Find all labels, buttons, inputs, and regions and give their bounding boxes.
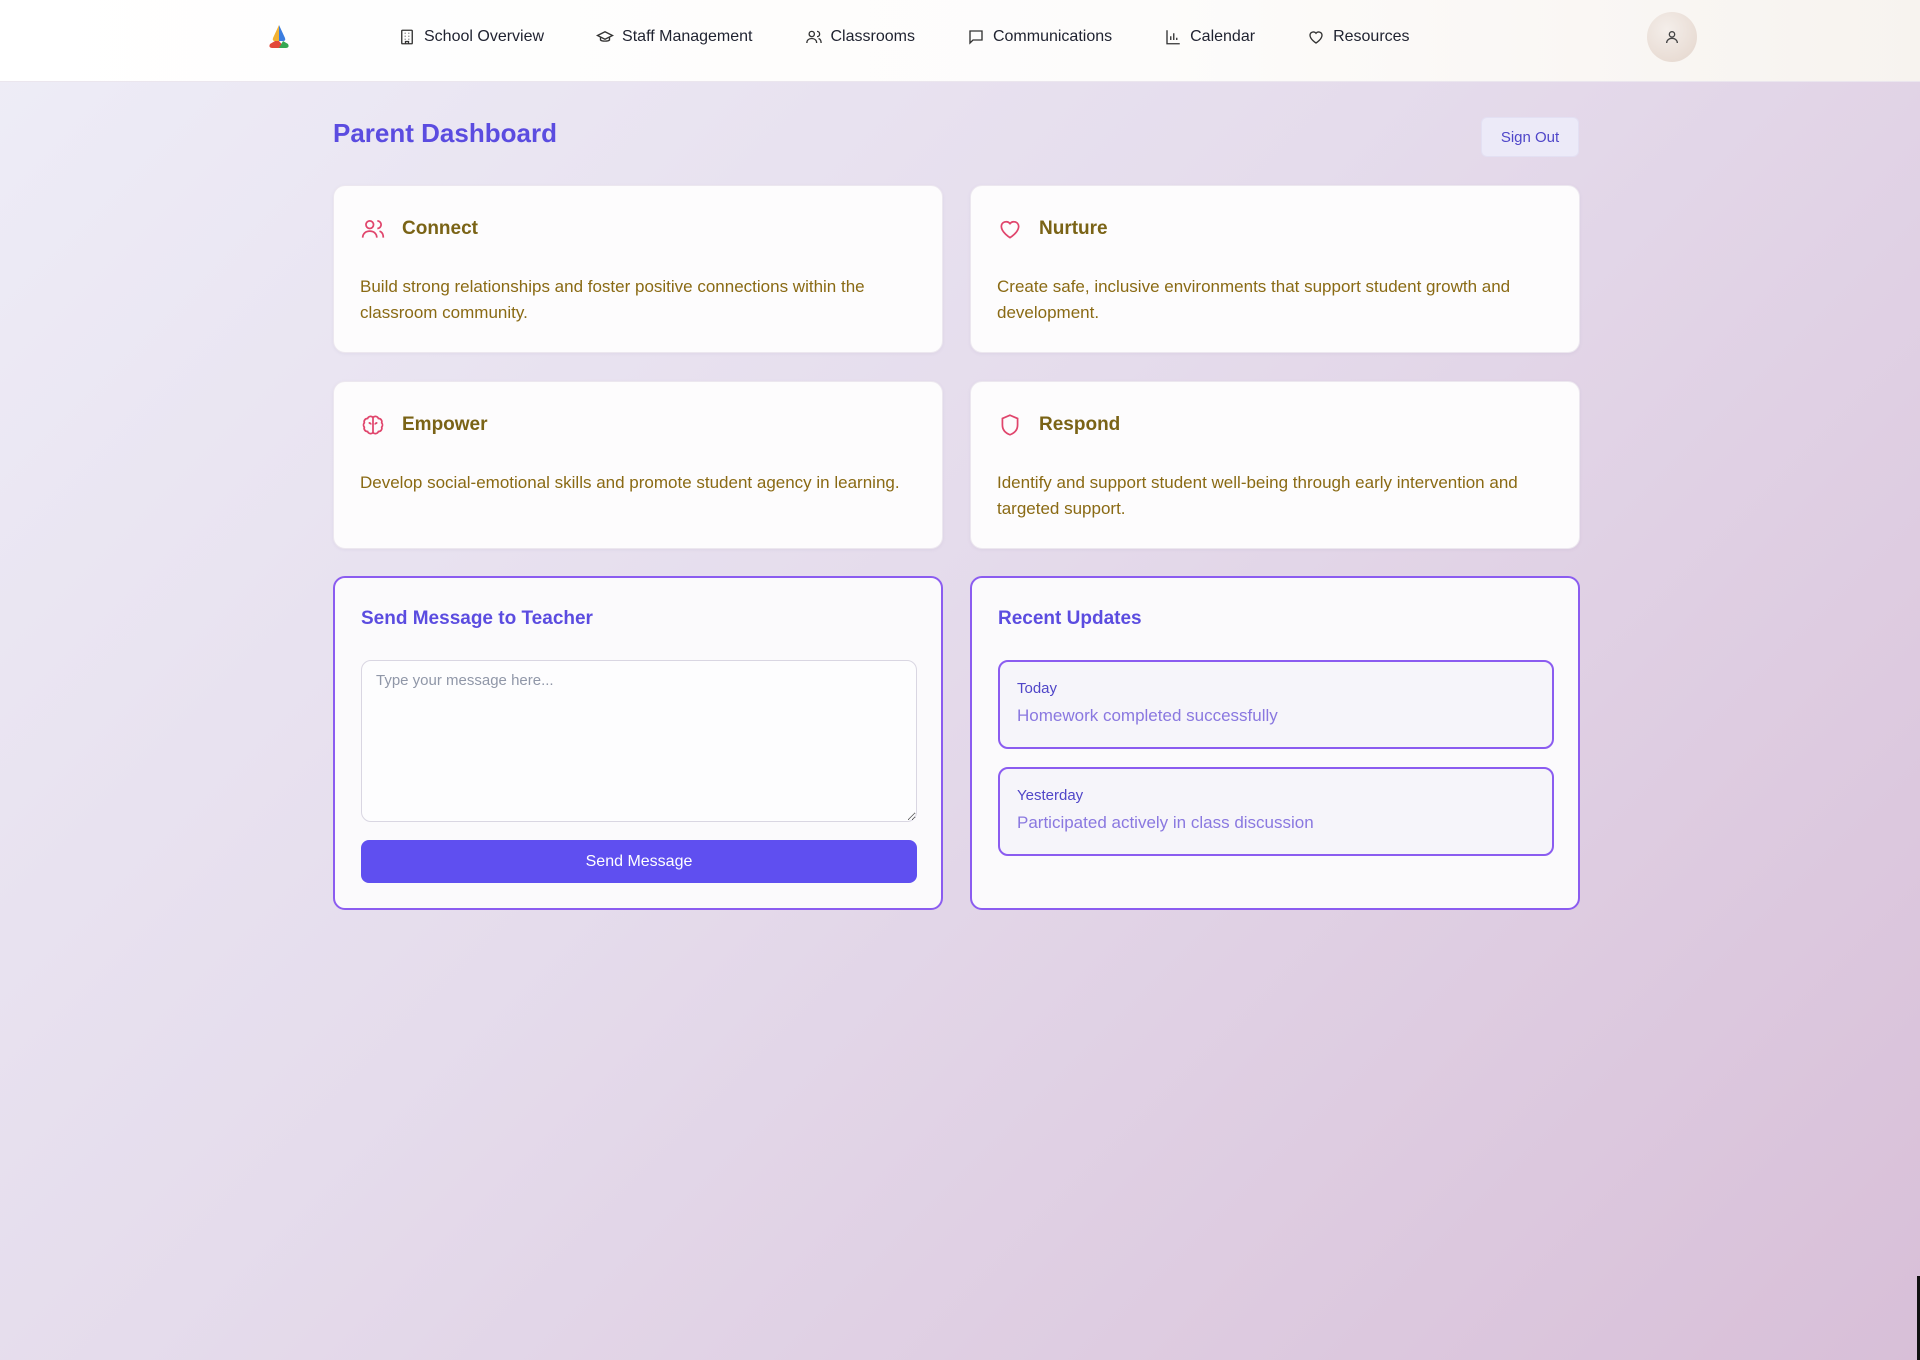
card-header: Nurture (997, 216, 1108, 242)
user-avatar-button[interactable] (1647, 12, 1697, 62)
card-title: Nurture (1039, 218, 1108, 239)
message-textarea[interactable] (361, 660, 917, 822)
building-icon (401, 29, 413, 45)
card-title: Connect (402, 218, 478, 239)
top-navigation: School Overview Staff Management Classro… (0, 0, 1920, 82)
user-icon (1666, 31, 1678, 44)
update-text: Participated actively in class discussio… (1017, 813, 1314, 832)
nav-item-school-overview[interactable]: School Overview (398, 17, 544, 57)
graduation-cap-icon (596, 30, 615, 42)
card-title: Respond (1039, 414, 1121, 435)
nav-item-label: Resources (1333, 28, 1410, 45)
users-icon (361, 220, 385, 238)
nav-item-staff-management[interactable]: Staff Management (596, 17, 753, 57)
send-message-panel: Send Message to Teacher Send Message (333, 576, 943, 910)
app-logo[interactable] (264, 22, 294, 52)
card-description: Build strong relationships and foster po… (360, 277, 865, 322)
update-date: Yesterday (1017, 787, 1084, 804)
nav-menu: School Overview Staff Management Classro… (398, 0, 1462, 74)
card-description: Identify and support student well-being … (997, 473, 1518, 518)
panel-title: Recent Updates (998, 608, 1142, 629)
nav-item-label: School Overview (424, 28, 545, 45)
page-title: Parent Dashboard (333, 118, 557, 148)
update-date: Today (1017, 680, 1058, 697)
card-description: Develop social-emotional skills and prom… (360, 473, 900, 492)
card-respond: Respond Identify and support student wel… (970, 381, 1580, 549)
nav-item-label: Calendar (1190, 28, 1256, 45)
nav-item-resources[interactable]: Resources (1307, 17, 1410, 57)
users-icon (805, 30, 822, 44)
message-square-icon (969, 30, 983, 45)
logo-icon (269, 25, 289, 48)
nav-item-classrooms[interactable]: Classrooms (805, 17, 915, 57)
update-item: Today Homework completed successfully (998, 660, 1554, 749)
update-text: Homework completed successfully (1017, 706, 1278, 725)
update-item: Yesterday Participated actively in class… (998, 767, 1554, 856)
card-header: Respond (997, 412, 1120, 438)
nav-item-label: Classrooms (830, 28, 915, 45)
nav-item-label: Staff Management (622, 28, 753, 45)
bar-chart-icon (1166, 30, 1180, 45)
card-header: Empower (360, 412, 488, 438)
nav-item-label: Communications (992, 28, 1113, 45)
brain-icon (362, 415, 384, 435)
sign-out-button[interactable]: Sign Out (1481, 117, 1579, 157)
heart-icon (1309, 31, 1323, 44)
card-nurture: Nurture Create safe, inclusive environme… (970, 185, 1580, 353)
card-connect: Connect Build strong relationships and f… (333, 185, 943, 353)
shield-icon (1001, 414, 1019, 436)
card-empower: Empower Develop social-emotional skills … (333, 381, 943, 549)
send-message-button[interactable]: Send Message (361, 840, 917, 883)
card-header: Connect (360, 216, 478, 242)
card-title: Empower (402, 414, 488, 435)
card-description: Create safe, inclusive environments that… (997, 277, 1511, 322)
heart-icon (1000, 220, 1020, 239)
nav-item-calendar[interactable]: Calendar (1164, 17, 1255, 57)
nav-item-communications[interactable]: Communications (967, 17, 1112, 57)
recent-updates-panel: Recent Updates Today Homework completed … (970, 576, 1580, 910)
panel-title: Send Message to Teacher (361, 608, 593, 629)
